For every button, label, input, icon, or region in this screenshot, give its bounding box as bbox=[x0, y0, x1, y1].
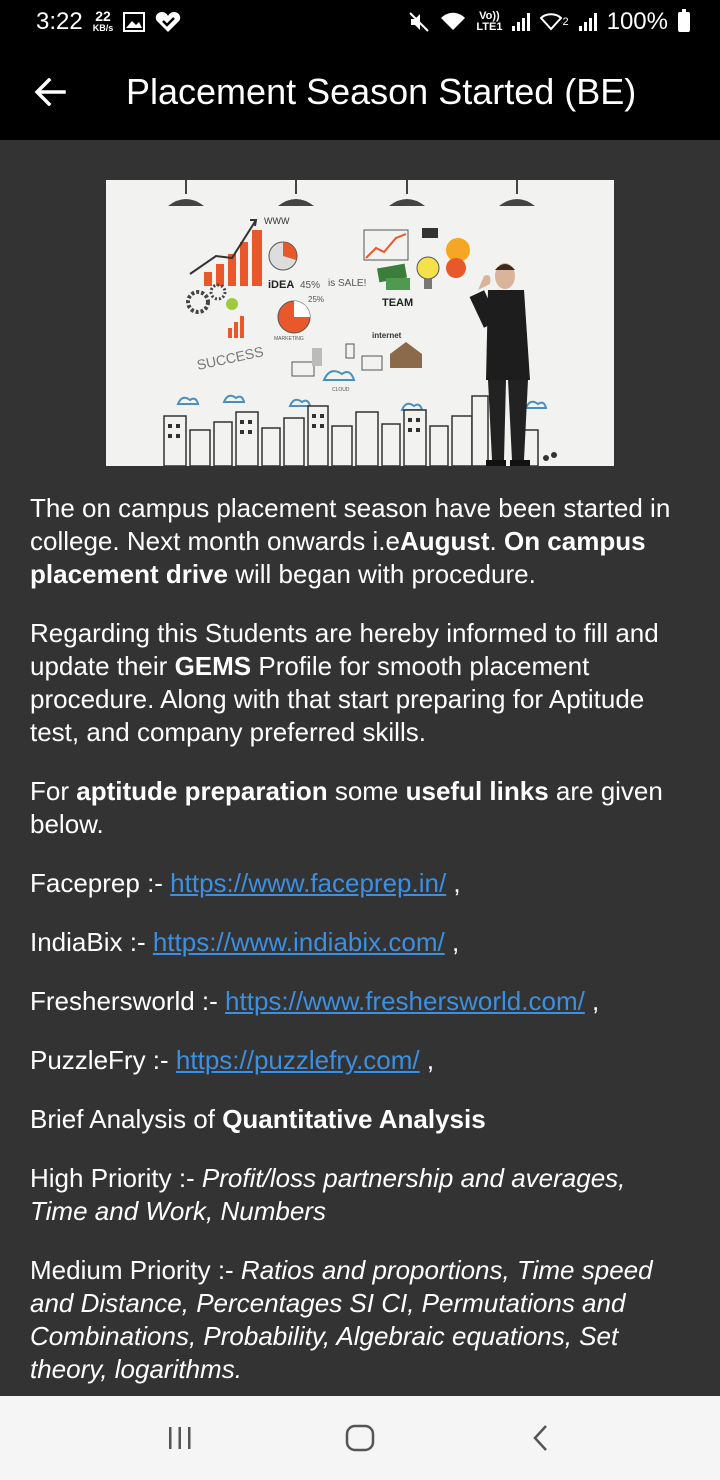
link-suffix: , bbox=[419, 1045, 435, 1075]
signal-2-icon bbox=[578, 13, 597, 31]
link-label: Freshersworld :- bbox=[30, 986, 226, 1016]
analysis-text: Brief Analysis of bbox=[30, 1104, 223, 1134]
back-button[interactable] bbox=[0, 44, 100, 140]
status-right: Vo)) LTE1 2 100% bbox=[408, 8, 690, 36]
intro-text-3: will began with procedure. bbox=[227, 559, 536, 589]
illustration-word: 25% bbox=[308, 295, 324, 304]
illustration-word: is SALE! bbox=[328, 278, 366, 289]
battery-percent: 100% bbox=[606, 8, 668, 35]
high-priority-label: High Priority :- bbox=[30, 1163, 202, 1193]
recent-apps-icon bbox=[169, 1427, 191, 1449]
wifi-calling-icon: 2 bbox=[540, 13, 569, 31]
link-suffix: , bbox=[446, 868, 461, 898]
network-speed: 22 KB/s bbox=[92, 8, 114, 34]
paragraph-gems: Regarding this Students are hereby infor… bbox=[30, 617, 690, 749]
link-row-puzzlefry: PuzzleFry :- https://puzzlefry.com/ , bbox=[30, 1044, 690, 1077]
link-label: Faceprep :- bbox=[30, 868, 171, 898]
nav-back-button[interactable] bbox=[500, 1408, 580, 1468]
faceprep-link[interactable]: https://www.faceprep.in/ bbox=[170, 868, 446, 898]
link-label: PuzzleFry :- bbox=[30, 1045, 176, 1075]
paragraph-medium-priority: Medium Priority :- Ratios and proportion… bbox=[30, 1254, 690, 1386]
page-title: Placement Season Started (BE) bbox=[126, 71, 637, 112]
sim2-label: 2 bbox=[562, 16, 569, 28]
medium-priority-label: Medium Priority :- bbox=[30, 1255, 241, 1285]
mute-icon bbox=[408, 11, 430, 33]
illustration-word: 45% bbox=[300, 280, 320, 291]
network-speed-value: 22 bbox=[95, 8, 111, 24]
paragraph-aptitude: For aptitude preparation some useful lin… bbox=[30, 775, 690, 841]
analysis-bold: Quantitative Analysis bbox=[222, 1104, 486, 1134]
back-icon bbox=[533, 1425, 547, 1451]
lte-label: LTE1 bbox=[476, 21, 503, 33]
status-bar: 3:22 22 KB/s Vo)) LTE1 2 100% bbox=[0, 0, 720, 44]
status-left: 3:22 22 KB/s bbox=[36, 8, 181, 36]
status-time: 3:22 bbox=[36, 8, 83, 35]
gallery-icon bbox=[123, 12, 146, 32]
paragraph-high-priority: High Priority :- Profit/loss partnership… bbox=[30, 1162, 690, 1228]
home-button[interactable] bbox=[320, 1408, 400, 1468]
gems-bold: GEMS bbox=[174, 651, 252, 681]
illustration-word: internet bbox=[372, 331, 402, 340]
puzzlefry-link[interactable]: https://puzzlefry.com/ bbox=[176, 1045, 420, 1075]
home-icon bbox=[345, 1424, 375, 1452]
battery-icon bbox=[678, 9, 690, 32]
illustration-word: WWW bbox=[264, 216, 290, 226]
app-bar: Placement Season Started (BE) bbox=[0, 44, 720, 140]
placement-illustration: WWW iDEA 45% is SALE! TEAM 25% MARKETING… bbox=[106, 180, 614, 466]
link-row-indiabix: IndiaBix :- https://www.indiabix.com/ , bbox=[30, 926, 690, 959]
link-suffix: , bbox=[444, 927, 460, 957]
article-content[interactable]: WWW iDEA 45% is SALE! TEAM 25% MARKETING… bbox=[0, 140, 720, 1396]
aptitude-bold: aptitude preparation bbox=[76, 776, 328, 806]
link-suffix: , bbox=[584, 986, 600, 1016]
signal-icon bbox=[512, 13, 531, 31]
arrow-left-icon bbox=[34, 78, 66, 106]
paragraph-intro: The on campus placement season have been… bbox=[30, 492, 690, 591]
indiabix-link[interactable]: https://www.indiabix.com/ bbox=[153, 927, 445, 957]
link-row-faceprep: Faceprep :- https://www.faceprep.in/ , bbox=[30, 867, 690, 900]
volte-indicator: Vo)) LTE1 bbox=[476, 11, 502, 33]
wifi-icon bbox=[440, 12, 466, 32]
aptitude-text-1: For bbox=[30, 776, 77, 806]
recent-apps-button[interactable] bbox=[140, 1408, 220, 1468]
paragraph-analysis: Brief Analysis of Quantitative Analysis bbox=[30, 1103, 690, 1136]
link-label: IndiaBix :- bbox=[30, 927, 153, 957]
freshersworld-link[interactable]: https://www.freshersworld.com/ bbox=[225, 986, 585, 1016]
link-row-freshersworld: Freshersworld :- https://www.fresherswor… bbox=[30, 985, 690, 1018]
aptitude-text-2: some bbox=[327, 776, 406, 806]
heart-check-icon bbox=[155, 11, 181, 33]
network-speed-unit: KB/s bbox=[92, 23, 114, 33]
intro-text-2: . bbox=[489, 526, 504, 556]
useful-links-bold: useful links bbox=[405, 776, 549, 806]
illustration-word: MARKETING bbox=[274, 336, 304, 342]
illustration-word: TEAM bbox=[382, 297, 413, 309]
system-nav-bar bbox=[0, 1396, 720, 1480]
illustration-word: CLOUD bbox=[332, 387, 350, 393]
intro-month: August bbox=[399, 526, 490, 556]
illustration-word: iDEA bbox=[268, 279, 294, 291]
